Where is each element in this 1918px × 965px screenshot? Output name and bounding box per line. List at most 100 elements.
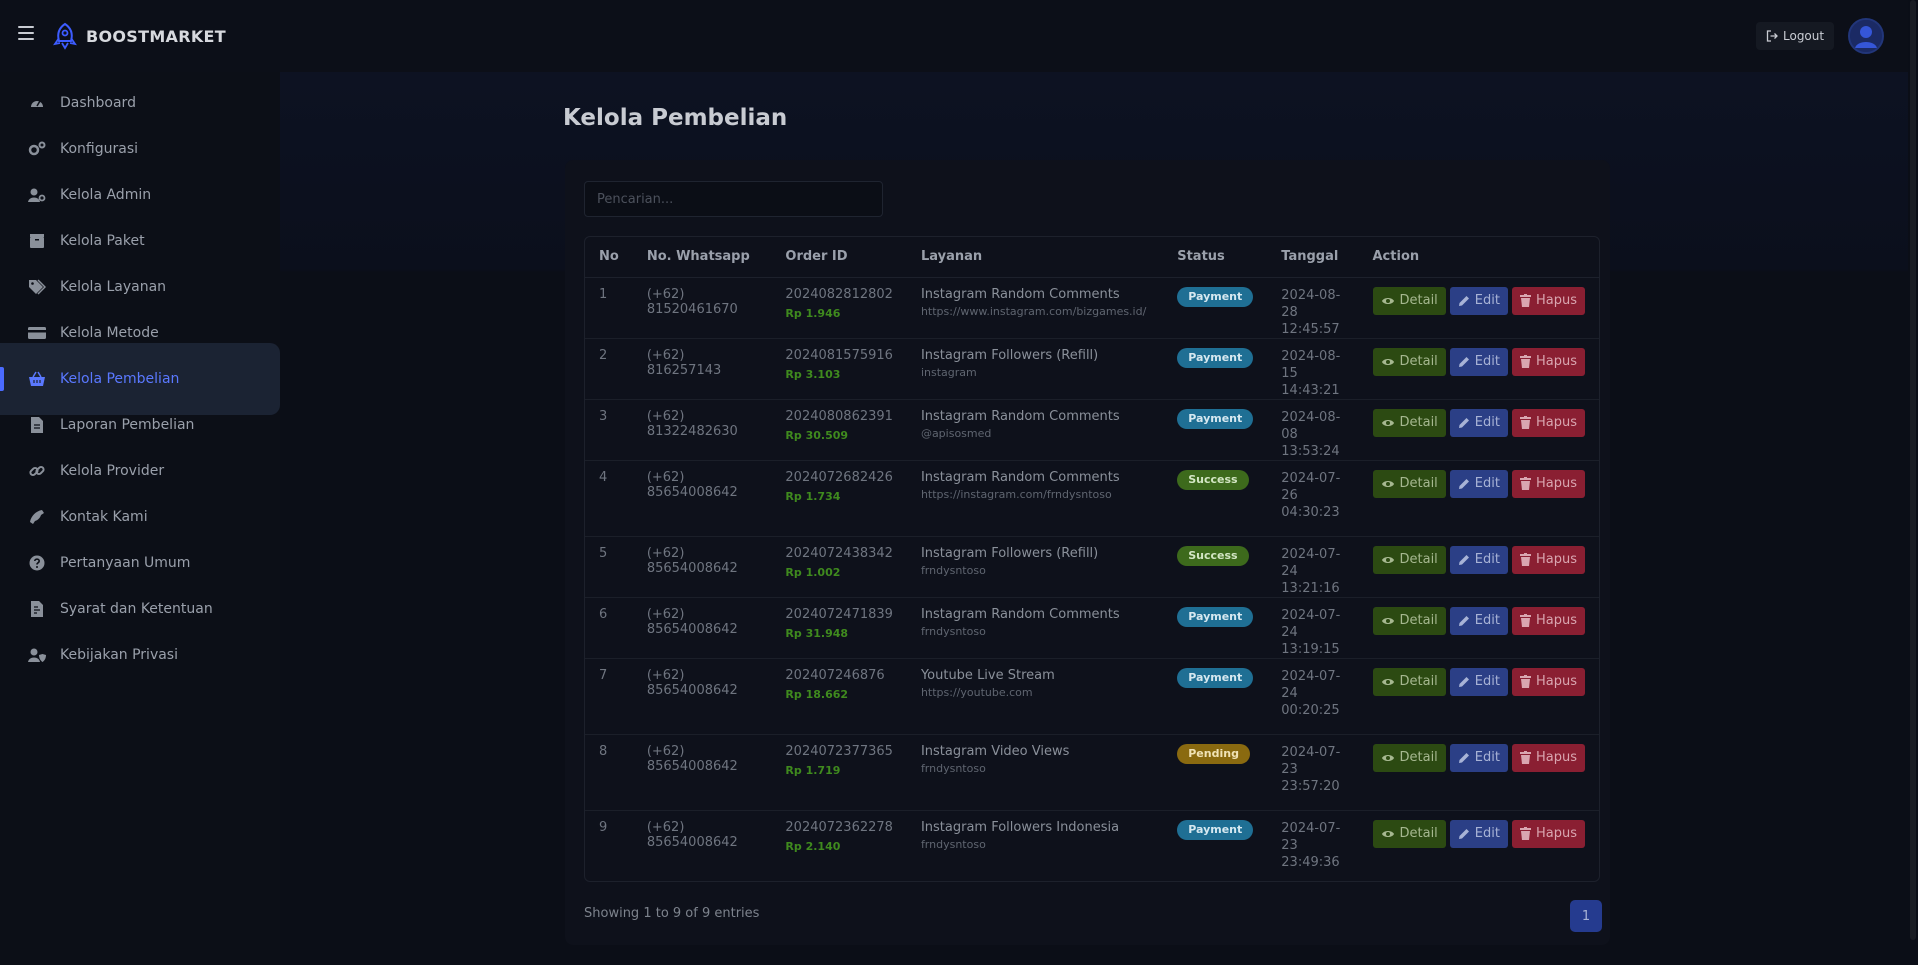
sidebar-item-label: Syarat dan Ketentuan — [60, 601, 213, 617]
cell-no: 4 — [585, 460, 633, 537]
detail-button[interactable]: Detail — [1372, 667, 1446, 696]
delete-button[interactable]: Hapus — [1511, 408, 1585, 437]
trash-icon — [1519, 751, 1531, 764]
edit-label: Edit — [1474, 826, 1500, 841]
edit-button[interactable]: Edit — [1449, 606, 1508, 635]
table-row: 6 (+62) 85654008642 2024072471839 Rp 31.948… — [585, 597, 1599, 659]
detail-button[interactable]: Detail — [1372, 286, 1446, 315]
table-row: 1 (+62) 81520461670 2024082812802 Rp 1.946 I… — [585, 277, 1599, 339]
delete-button[interactable]: Hapus — [1511, 606, 1585, 635]
edit-label: Edit — [1474, 552, 1500, 567]
order-price: Rp 1.946 — [785, 306, 841, 320]
delete-button[interactable]: Hapus — [1511, 347, 1585, 376]
sidebar-item-label: Dashboard — [60, 95, 136, 111]
cell-no: 7 — [585, 658, 633, 735]
order-date-line: 2024-07- — [1281, 744, 1341, 760]
sidebar-item-kelola-layanan[interactable]: Kelola Layanan — [0, 264, 280, 310]
service-target: https://youtube.com — [920, 685, 1033, 699]
status-badge: Payment — [1177, 408, 1254, 429]
column-header-status[interactable]: Status — [1163, 237, 1268, 278]
edit-button[interactable]: Edit — [1449, 667, 1508, 696]
delete-button[interactable]: Hapus — [1511, 743, 1585, 772]
cell-order: 2024072362278 Rp 2.140 — [771, 810, 907, 881]
status-badge: Payment — [1177, 819, 1254, 840]
delete-button[interactable]: Hapus — [1511, 667, 1585, 696]
sidebar-item-kelola-admin[interactable]: Kelola Admin — [0, 172, 280, 218]
cell-layanan: Instagram Random Comments frndysntoso — [906, 597, 1164, 659]
delete-button[interactable]: Hapus — [1511, 545, 1585, 574]
eye-icon — [1381, 677, 1395, 687]
avatar[interactable] — [1848, 18, 1884, 54]
service-name: Instagram Random Comments — [920, 606, 1120, 622]
edit-button[interactable]: Edit — [1449, 347, 1508, 376]
edit-button[interactable]: Edit — [1449, 819, 1508, 848]
edit-button[interactable]: Edit — [1449, 408, 1508, 437]
detail-button[interactable]: Detail — [1372, 469, 1446, 498]
link-icon — [28, 462, 46, 480]
sidebar-item-syarat-ketentuan[interactable]: Syarat dan Ketentuan — [0, 586, 280, 632]
order-price: Rp 1.734 — [785, 489, 841, 503]
detail-button[interactable]: Detail — [1372, 545, 1446, 574]
order-price: Rp 30.509 — [785, 428, 849, 442]
search-input[interactable] — [584, 181, 883, 217]
delete-button[interactable]: Hapus — [1511, 286, 1585, 315]
logout-button[interactable]: Logout — [1756, 22, 1835, 50]
edit-button[interactable]: Edit — [1449, 286, 1508, 315]
sidebar-item-kontak-kami[interactable]: Kontak Kami — [0, 494, 280, 540]
edit-button[interactable]: Edit — [1449, 743, 1508, 772]
brand[interactable]: BOOSTMARKET — [52, 22, 226, 50]
order-date-line: 15 14:43:21 — [1281, 365, 1340, 398]
hapus-label: Hapus — [1535, 415, 1577, 430]
column-header-layanan[interactable]: Layanan — [906, 237, 1164, 278]
cell-layanan: Instagram Followers Indonesia frndysntoso — [907, 810, 1163, 881]
detail-button[interactable]: Detail — [1372, 606, 1446, 635]
column-header-no[interactable]: No — [585, 237, 633, 278]
scrollbar-thumb[interactable] — [1910, 0, 1916, 940]
edit-button[interactable]: Edit — [1449, 469, 1508, 498]
order-date-line: 04:30:23 — [1281, 504, 1340, 520]
order-price: Rp 18.662 — [785, 687, 849, 701]
row-actions: Detail Edit Hapus — [1372, 286, 1585, 315]
order-id: 2024072682426 — [785, 469, 893, 485]
service-target: frndysntoso — [920, 837, 986, 851]
cell-tanggal: 2024-08- 08 13:53:24 — [1267, 399, 1359, 461]
cell-layanan: Instagram Random Comments @apisosmed — [906, 399, 1164, 461]
service-target: frndysntoso — [920, 761, 986, 775]
order-date-line: 24 — [1281, 685, 1298, 701]
row-actions: Detail Edit Hapus — [1372, 347, 1585, 376]
sidebar-item-pertanyaan-umum[interactable]: Pertanyaan Umum — [0, 540, 280, 586]
column-header-whatsapp[interactable]: No. Whatsapp — [632, 237, 772, 278]
edit-button[interactable]: Edit — [1449, 545, 1508, 574]
service-target: frndysntoso — [920, 624, 986, 638]
cell-tanggal: 2024-07- 24 13:21:16 — [1267, 536, 1359, 598]
delete-button[interactable]: Hapus — [1511, 469, 1585, 498]
sidebar-item-kelola-provider[interactable]: Kelola Provider — [0, 448, 280, 494]
detail-button[interactable]: Detail — [1372, 408, 1446, 437]
hapus-label: Hapus — [1535, 476, 1577, 491]
order-id: 2024082812802 — [785, 286, 893, 302]
detail-button[interactable]: Detail — [1372, 743, 1446, 772]
column-header-tanggal[interactable]: Tanggal — [1267, 237, 1359, 278]
sidebar-item-kebijakan-privasi[interactable]: Kebijakan Privasi — [0, 632, 280, 678]
sidebar-item-kelola-paket[interactable]: Kelola Paket — [0, 218, 280, 264]
cell-order: 2024072438342 Rp 1.002 — [771, 536, 907, 598]
column-header-order-id[interactable]: Order ID — [771, 237, 907, 278]
pencil-icon — [1458, 752, 1470, 764]
sidebar-item-laporan-pembelian[interactable]: Laporan Pembelian — [0, 402, 280, 448]
pagination-page-1[interactable]: 1 — [1570, 900, 1602, 932]
cell-layanan: Instagram Followers (Refill) instagram — [906, 338, 1164, 400]
cell-tanggal: 2024-07- 26 04:30:23 — [1267, 460, 1359, 537]
sidebar-item-dashboard[interactable]: Dashboard — [0, 80, 280, 126]
detail-button[interactable]: Detail — [1372, 819, 1446, 848]
sidebar-item-label: Konfigurasi — [60, 141, 139, 157]
delete-button[interactable]: Hapus — [1511, 819, 1585, 848]
order-price: Rp 2.140 — [785, 839, 841, 853]
detail-label: Detail — [1399, 750, 1438, 765]
edit-label: Edit — [1474, 613, 1500, 628]
sidebar-item-konfigurasi[interactable]: Konfigurasi — [0, 126, 280, 172]
orders-table: No No. Whatsapp Order ID Layanan Status … — [585, 237, 1599, 881]
status-badge: Payment — [1177, 667, 1254, 688]
service-target: @apisosmed — [920, 426, 992, 440]
menu-toggle-icon[interactable] — [18, 26, 34, 40]
detail-button[interactable]: Detail — [1372, 347, 1446, 376]
